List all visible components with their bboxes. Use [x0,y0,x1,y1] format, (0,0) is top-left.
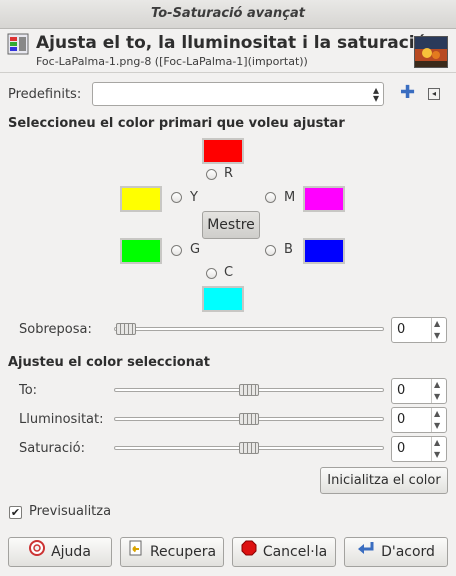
reset-color-button[interactable]: Inicialitza el color [320,467,448,494]
spin-down-icon[interactable]: ▼ [434,331,440,341]
image-thumbnail [414,36,448,68]
preview-checkbox[interactable]: ✔ [9,506,22,519]
restore-label: Recupera [149,544,217,560]
window-title: To-Saturació avançat [0,0,456,29]
spin-up-icon[interactable]: ▲ [434,409,440,419]
image-name: Foc-LaPalma-1.png-8 ([Foc-LaPalma-1](imp… [36,55,308,68]
radio-y-label: Y [190,190,198,205]
hue-slider-handle[interactable] [239,384,259,396]
lightness-label: Lluminositat: [19,412,104,427]
radio-r-label: R [224,166,234,181]
spin-down-icon[interactable]: ▼ [434,421,440,431]
overlap-slider-handle[interactable] [116,323,136,335]
lifebuoy-icon [29,538,46,566]
help-button[interactable]: Ajuda [8,537,112,567]
lightness-value: 0 [397,412,406,427]
master-button[interactable]: Mestre [202,211,260,239]
hue-spinbutton[interactable]: 0 ▲ ▼ [391,378,447,404]
saturation-slider-handle[interactable] [239,442,259,454]
enter-arrow-icon [357,538,375,566]
spin-down-icon[interactable]: ▼ [434,392,440,402]
ok-button[interactable]: D'acord [344,537,448,567]
magenta-swatch [303,186,345,212]
preview-label: Previsualitza [29,504,112,519]
header-separator [0,72,456,73]
lightness-spinbutton[interactable]: 0 ▲ ▼ [391,407,447,433]
cancel-label: Cancel·la [262,544,328,560]
radio-m[interactable] [265,192,276,203]
revert-icon [128,538,144,566]
presets-combo[interactable]: ▴ ▾ [92,82,384,106]
cancel-button[interactable]: Cancel·la [232,537,336,567]
saturation-value: 0 [397,441,406,456]
restore-button[interactable]: Recupera [120,537,224,567]
hue-saturation-icon [7,33,29,55]
radio-c-label: C [224,265,234,280]
presets-label: Predefinits: [8,87,82,102]
updown-arrow-icon: ▴ ▾ [372,83,379,105]
spin-up-icon[interactable]: ▲ [434,319,440,329]
cyan-swatch [202,286,244,312]
radio-y[interactable] [171,192,182,203]
radio-r[interactable] [206,169,217,180]
overlap-value: 0 [397,322,406,337]
green-swatch [120,238,162,264]
overlap-label: Sobreposa: [19,322,92,337]
adjust-heading: Ajusteu el color seleccionat [8,355,210,370]
help-label: Ajuda [51,544,91,560]
radio-b[interactable] [265,245,276,256]
spin-up-icon[interactable]: ▲ [434,438,440,448]
radio-c[interactable] [206,268,217,279]
blue-swatch [303,238,345,264]
hue-label: To: [19,383,38,398]
spin-up-icon[interactable]: ▲ [434,380,440,390]
overlap-spinbutton[interactable]: 0 ▲ ▼ [391,317,447,343]
saturation-spinbutton[interactable]: 0 ▲ ▼ [391,436,447,462]
overlap-slider-track[interactable] [114,327,384,331]
tab-menu-icon[interactable]: ◂ [428,88,440,100]
saturation-label: Saturació: [19,441,85,456]
dialog-heading: Ajusta el to, la lluminositat i la satur… [36,33,427,53]
spin-down-icon[interactable]: ▼ [434,450,440,460]
hue-value: 0 [397,383,406,398]
yellow-swatch [120,186,162,212]
primary-color-heading: Seleccioneu el color primari que voleu a… [8,116,345,131]
radio-b-label: B [284,242,293,257]
add-preset-icon[interactable]: ✚ [400,84,415,102]
radio-g[interactable] [171,245,182,256]
radio-m-label: M [284,190,296,205]
radio-g-label: G [190,242,201,257]
stop-icon [241,538,257,566]
red-swatch [202,138,244,164]
ok-label: D'acord [381,544,435,560]
checkmark-icon: ✔ [10,506,21,519]
lightness-slider-handle[interactable] [239,413,259,425]
